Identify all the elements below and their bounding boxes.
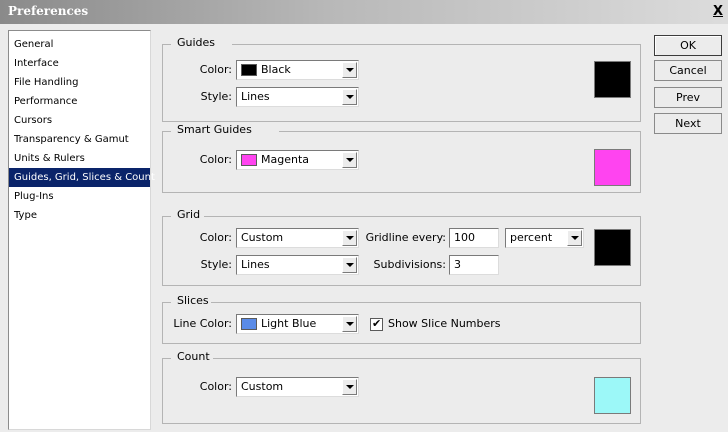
guides-color-preview[interactable] [594, 61, 631, 98]
subdivisions-label: Subdivisions: [373, 258, 446, 271]
show-slice-numbers-checkbox[interactable] [370, 316, 383, 332]
guides-style-label: Style: [200, 90, 232, 103]
smart-guides-color-swatch [241, 154, 257, 166]
ok-button[interactable]: OK [654, 35, 722, 56]
sidebar-item-plug-ins[interactable]: Plug-Ins [9, 187, 150, 206]
prev-button[interactable]: Prev [654, 87, 722, 108]
smart-guides-group-title: Smart Guides [177, 123, 252, 136]
slices-group: Slices Line Color: Light Blue Show Slice… [162, 294, 641, 344]
chevron-down-icon [342, 316, 357, 332]
grid-group-title: Grid [177, 208, 201, 221]
grid-style-value: Lines [241, 258, 270, 271]
grid-style-dropdown[interactable]: Lines [236, 255, 359, 275]
slices-line-color-label: Line Color: [173, 317, 232, 330]
gridline-unit-dropdown[interactable]: percent [505, 228, 584, 248]
guides-style-dropdown[interactable]: Lines [236, 87, 359, 107]
gridline-unit-value: percent [510, 231, 553, 244]
count-color-preview[interactable] [594, 377, 631, 414]
sidebar-item-units-rulers[interactable]: Units & Rulers [9, 149, 150, 168]
sidebar-item-transparency-gamut[interactable]: Transparency & Gamut [9, 130, 150, 149]
slices-line-color-swatch [241, 318, 257, 330]
grid-color-label: Color: [199, 231, 232, 244]
chevron-down-icon [342, 230, 357, 246]
grid-group: Grid Color: Custom Style: Lines Gridline… [162, 208, 641, 286]
guides-style-value: Lines [241, 90, 270, 103]
count-color-value: Custom [241, 380, 284, 393]
gridline-every-input[interactable]: 100 [449, 228, 499, 248]
guides-group-title: Guides [177, 36, 216, 49]
count-color-label: Color: [199, 380, 232, 393]
sidebar-item-general[interactable]: General [9, 35, 150, 54]
show-slice-numbers-label: Show Slice Numbers [388, 317, 501, 330]
window-title: Preferences [8, 4, 89, 18]
smart-guides-color-value: Magenta [261, 153, 310, 166]
smart-guides-color-preview[interactable] [594, 149, 631, 186]
guides-color-dropdown[interactable]: Black [236, 60, 359, 80]
guides-color-label: Color: [199, 63, 232, 76]
slices-group-title: Slices [177, 294, 209, 307]
grid-color-preview[interactable] [594, 229, 631, 266]
subdivisions-input[interactable]: 3 [449, 255, 499, 275]
guides-color-value: Black [261, 63, 291, 76]
next-button[interactable]: Next [654, 113, 722, 134]
chevron-down-icon [342, 62, 357, 78]
guides-group: Guides Color: Black Style: Lines [162, 36, 641, 122]
chevron-down-icon [567, 230, 582, 246]
chevron-down-icon [342, 257, 357, 273]
sidebar-item-cursors[interactable]: Cursors [9, 111, 150, 130]
count-color-dropdown[interactable]: Custom [236, 377, 359, 397]
smart-guides-group: Smart Guides Color: Magenta [162, 123, 641, 193]
sidebar-item-type[interactable]: Type [9, 206, 150, 225]
slices-line-color-value: Light Blue [261, 317, 317, 330]
smart-guides-color-dropdown[interactable]: Magenta [236, 150, 359, 170]
sidebar-item-file-handling[interactable]: File Handling [9, 73, 150, 92]
grid-color-value: Custom [241, 231, 284, 244]
cancel-button[interactable]: Cancel [654, 60, 722, 81]
count-group-title: Count [177, 350, 210, 363]
close-button[interactable]: X [711, 4, 725, 19]
sidebar-item-guides-grid-slices-count[interactable]: Guides, Grid, Slices & Count [9, 168, 155, 187]
gridline-every-label: Gridline every: [365, 231, 446, 244]
chevron-down-icon [342, 379, 357, 395]
title-bar: Preferences X [0, 0, 728, 24]
grid-style-label: Style: [200, 258, 232, 271]
preferences-category-list: General Interface File Handling Performance… [8, 30, 155, 430]
slices-line-color-dropdown[interactable]: Light Blue [236, 314, 359, 334]
sidebar-item-performance[interactable]: Performance [9, 92, 150, 111]
chevron-down-icon [342, 89, 357, 105]
grid-color-dropdown[interactable]: Custom [236, 228, 359, 248]
sidebar-item-interface[interactable]: Interface [9, 54, 150, 73]
guides-color-swatch [241, 64, 257, 76]
smart-guides-color-label: Color: [199, 153, 232, 166]
chevron-down-icon [342, 152, 357, 168]
count-group: Count Color: Custom [162, 350, 641, 424]
